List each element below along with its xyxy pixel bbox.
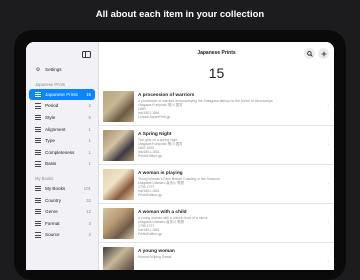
list-icon — [35, 115, 41, 121]
sidebar-item[interactable]: Period 2 — [26, 100, 98, 112]
sidebar-item-label: Completeness — [45, 149, 75, 155]
item-source: PrintsEdition-gp — [138, 154, 162, 159]
sidebar-item[interactable]: Alignment 1 — [26, 123, 98, 135]
sidebar-item-label: Country — [45, 197, 62, 203]
sidebar-item[interactable]: Type 1 — [26, 135, 98, 147]
sidebar-item[interactable]: Basis 1 — [26, 158, 98, 170]
item-source: PrintsEdition-gp — [138, 232, 162, 237]
sidebar-item-label: Alignment — [45, 126, 66, 132]
item-count: 15 — [208, 65, 225, 81]
sidebar-item[interactable]: Source 2 — [26, 229, 98, 241]
sidebar-item[interactable]: Style 6 — [26, 112, 98, 124]
print-thumbnail — [103, 169, 134, 200]
sidebar-item-label: Japanese Prints — [45, 91, 78, 97]
list-item[interactable]: A woman with a child A young woman with a… — [99, 204, 334, 243]
sidebar-item-label: My Books — [45, 186, 66, 192]
sidebar-item-count: 32 — [86, 197, 91, 203]
sidebar-item[interactable]: Japanese Prints 15 — [29, 88, 95, 101]
add-button[interactable] — [318, 48, 329, 59]
item-source: LondonJapanPrint-gp — [138, 115, 171, 120]
sidebar-item-count: 12 — [86, 209, 91, 215]
sidebar-item-label: Format — [45, 220, 60, 226]
item-source: PrintsEdition-gp — [138, 193, 162, 198]
list-icon — [35, 161, 41, 167]
list-icon — [35, 91, 41, 97]
gear-icon: ⚙ — [35, 66, 41, 73]
app-screen: ⚙ Settings Japanese Prints Japanese Prin… — [26, 42, 334, 270]
sidebar-item[interactable]: Country 32 — [26, 194, 98, 206]
sidebar-item[interactable]: Completeness 1 — [26, 147, 98, 159]
list-icon — [35, 209, 41, 215]
plus-icon — [321, 51, 326, 56]
sidebar-toggle-icon[interactable] — [82, 51, 91, 58]
list-icon — [35, 197, 41, 203]
list-item[interactable]: A young woman Woman Wiping Sweat › — [99, 243, 334, 270]
search-button[interactable] — [304, 48, 315, 59]
list-icon — [35, 232, 41, 238]
sidebar-item-label: Period — [45, 103, 59, 109]
sidebar-section-title: My Books — [35, 175, 54, 181]
chevron-right-icon: › — [327, 181, 329, 187]
print-thumbnail — [103, 91, 134, 122]
sidebar-item-count: 1 — [88, 161, 91, 167]
list-icon — [35, 126, 41, 132]
sidebar-item-label: Genre — [45, 209, 58, 215]
chevron-right-icon: › — [327, 259, 329, 265]
print-thumbnail — [103, 208, 134, 239]
list-icon — [35, 186, 41, 192]
chevron-right-icon: › — [327, 220, 329, 226]
toolbar: Japanese Prints — [99, 42, 334, 64]
chevron-right-icon: › — [327, 103, 329, 109]
list-icon — [35, 149, 41, 155]
sidebar-item[interactable]: Format 3 — [26, 218, 98, 230]
page-title: Japanese Prints — [197, 50, 236, 56]
sidebar-item-count: 1 — [88, 149, 91, 155]
sidebar-section-title: Japanese Prints — [35, 81, 66, 87]
print-thumbnail — [103, 130, 134, 161]
sidebar-item-count: 1 — [88, 138, 91, 144]
list-icon — [35, 138, 41, 144]
item-list: A procession of warriors A procession of … — [99, 87, 334, 270]
list-item[interactable]: A Spring Night Two girls on a spring nigh… — [99, 126, 334, 165]
sidebar-item-count: 1 — [88, 126, 91, 132]
sidebar-item-label: Basis — [45, 161, 57, 167]
sidebar-item-count: 6 — [88, 115, 91, 121]
sidebar-item-count: 3 — [88, 220, 91, 226]
sidebar-item-label: Type — [45, 138, 55, 144]
print-thumbnail — [103, 247, 134, 270]
sidebar-item-count: 2 — [88, 232, 91, 238]
item-description: Woman Wiping Sweat — [138, 254, 172, 259]
sidebar-item-count: 101 — [83, 186, 91, 192]
search-icon — [306, 50, 313, 57]
main-content: Japanese Prints 15 A procession of warri… — [99, 42, 334, 270]
sidebar-item-count: 15 — [86, 91, 91, 97]
sidebar: ⚙ Settings Japanese Prints Japanese Prin… — [26, 42, 99, 270]
list-item[interactable]: A woman is playing Young Woman's Face Bes… — [99, 165, 334, 204]
sidebar-item-label: Style — [45, 115, 56, 121]
promo-headline: All about each item in your collection — [95, 9, 265, 20]
chevron-right-icon: › — [327, 142, 329, 148]
sidebar-item[interactable]: My Books 101 — [26, 183, 98, 195]
sidebar-item-count: 2 — [88, 103, 91, 109]
list-icon — [35, 103, 41, 109]
list-item[interactable]: A procession of warriors A procession of … — [99, 87, 334, 126]
sidebar-item[interactable]: Genre 12 — [26, 206, 98, 218]
sidebar-item-label: Source — [45, 232, 60, 238]
sidebar-item-settings[interactable]: ⚙ Settings — [26, 64, 98, 76]
list-icon — [35, 220, 41, 226]
